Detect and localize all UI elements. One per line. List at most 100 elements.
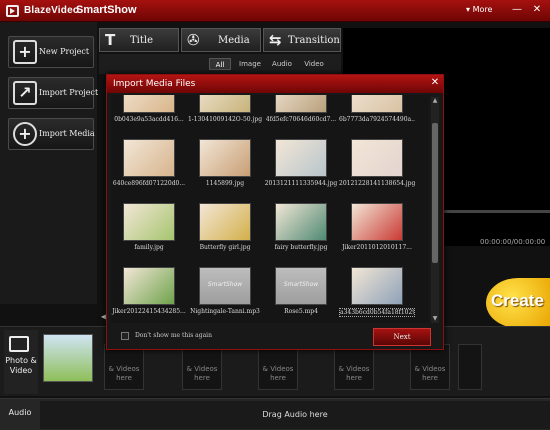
filter-all[interactable]: All [209, 58, 231, 70]
thumbnail-text: SmartShow [207, 281, 243, 288]
media-item[interactable]: a343b6cd0b54fa18f1029... [339, 267, 415, 323]
storyboard-slot[interactable]: & Videos here [182, 344, 222, 390]
filter-video[interactable]: Video [301, 58, 327, 70]
media-item-label: Butterfly girl.jpg [199, 244, 251, 251]
import-project-label: Import Project [39, 88, 99, 97]
title-icon: T [105, 31, 116, 49]
storyboard-slot[interactable]: & Videos here [104, 344, 144, 390]
media-item-label: Rose5.mp4 [284, 308, 318, 315]
storyboard-slot[interactable]: & Videos here [334, 344, 374, 390]
storyboard-slot[interactable]: & Videos here [410, 344, 450, 390]
image-thumbnail [123, 139, 175, 177]
video-thumbnail: SmartShow [275, 267, 327, 305]
filter-audio[interactable]: Audio [269, 58, 295, 70]
transition-icon: ⇆ [269, 31, 282, 49]
media-item-label: 6b7773da7924574490a... [339, 116, 415, 123]
app-name: SmartShow [76, 4, 137, 16]
tab-bar: T Title ✇ Media ⇆ Transition [99, 28, 341, 52]
image-thumbnail [123, 267, 175, 305]
slot-text: & Videos here [186, 365, 218, 382]
media-item[interactable]: 640ce896fd071220d0... [111, 139, 187, 195]
media-item-label: 20121228141138654.jpg [339, 180, 415, 187]
media-item-label: Jiker2011012010117... [342, 244, 412, 251]
new-project-icon: + [13, 40, 37, 64]
dialog-scrollbar[interactable]: ▲ ▼ [431, 97, 439, 323]
new-project-button[interactable]: + New Project [8, 36, 94, 68]
import-project-icon: ↗ [13, 81, 37, 105]
create-button[interactable]: Create [486, 278, 550, 328]
title-bar: BlazeVideo SmartShow ▾ More — ✕ [0, 0, 550, 22]
import-project-button[interactable]: ↗ Import Project [8, 77, 98, 109]
media-item[interactable]: 0b043e9a53acdd416... [111, 95, 187, 131]
media-item-label: Nightingale-Tanni.mp3 [190, 308, 260, 315]
photo-video-icon [9, 336, 29, 352]
create-label: Create [491, 291, 544, 310]
app-logo-icon [6, 5, 19, 17]
tab-title-label: Title [130, 35, 154, 46]
media-item[interactable]: 1145899.jpg [187, 139, 263, 195]
media-item-label: 0b043e9a53acdd416... [114, 116, 184, 123]
image-thumbnail [123, 95, 175, 113]
scroll-thumb[interactable] [432, 123, 438, 263]
media-item[interactable]: Butterfly girl.jpg [187, 203, 263, 259]
more-menu-button[interactable]: ▾ More [466, 5, 492, 14]
tab-media-label: Media [218, 35, 250, 46]
tab-transition-label: Transition [288, 35, 340, 46]
media-item[interactable]: 4fd5efc70646d60cd7... [263, 95, 339, 131]
slot-text: & Videos here [338, 365, 370, 382]
media-item[interactable]: 1-13041009142O-50.jpg [187, 95, 263, 131]
dont-show-checkbox[interactable] [121, 332, 129, 340]
dialog-title: Import Media Files [113, 79, 196, 89]
tab-transition[interactable]: ⇆ Transition [263, 28, 341, 52]
timecode: 00:00:00/00:00:00 [480, 238, 546, 246]
media-item-label: 640ce896fd071220d0... [112, 180, 186, 187]
audio-track: Audio Drag Audio here [0, 398, 550, 430]
dialog-header: Import Media Files ✕ [107, 75, 443, 93]
media-item[interactable]: SmartShow Rose5.mp4 [263, 267, 339, 323]
storyboard-slot[interactable]: & Videos here [258, 344, 298, 390]
image-thumbnail [123, 203, 175, 241]
media-item-label: a343b6cd0b54fa18f1029... [339, 308, 415, 317]
image-thumbnail [351, 139, 403, 177]
media-item[interactable]: family.jpg [111, 203, 187, 259]
scroll-up-icon[interactable]: ▲ [431, 97, 439, 105]
media-item[interactable]: 2013121111335944.jpg [263, 139, 339, 195]
media-item[interactable]: fairy butterfly.jpg [263, 203, 339, 259]
preview-progress-bar[interactable] [440, 210, 550, 213]
import-media-label: Import Media [39, 129, 95, 138]
import-media-dialog: Import Media Files ✕ 0b043e9a53acdd416..… [106, 74, 444, 350]
media-item-label: 4fd5efc70646d60cd7... [265, 116, 337, 123]
media-item[interactable]: 6b7773da7924574490a... [339, 95, 415, 131]
close-app-button[interactable]: ✕ [530, 3, 544, 17]
minimize-button[interactable]: — [510, 3, 524, 17]
scroll-down-icon[interactable]: ▼ [431, 315, 439, 323]
media-item-label: family.jpg [134, 244, 164, 251]
image-thumbnail [275, 95, 327, 113]
media-item[interactable]: Jiker20122415434285... [111, 267, 187, 323]
filter-image[interactable]: Image [237, 58, 263, 70]
media-file-grid: 0b043e9a53acdd416... 1-13041009142O-50.jp… [111, 95, 429, 323]
dialog-footer: Don't show me this again Next [107, 325, 443, 349]
media-item[interactable]: Jiker2011012010117... [339, 203, 415, 259]
film-reel-icon: ✇ [187, 31, 200, 49]
storyboard-slot[interactable] [458, 344, 482, 390]
media-item[interactable]: 20121228141138654.jpg [339, 139, 415, 195]
media-item-label: 2013121111335944.jpg [264, 180, 338, 187]
slot-text: & Videos here [262, 365, 294, 382]
media-item[interactable]: SmartShow Nightingale-Tanni.mp3 [187, 267, 263, 323]
tab-title[interactable]: T Title [99, 28, 179, 52]
image-thumbnail [199, 139, 251, 177]
import-media-button[interactable]: + Import Media [8, 118, 95, 150]
thumbnail-text: SmartShow [283, 281, 319, 288]
next-button[interactable]: Next [373, 328, 431, 346]
audio-label: Audio [8, 408, 32, 417]
tab-media[interactable]: ✇ Media [181, 28, 261, 52]
storyboard-clip[interactable] [43, 334, 93, 382]
dialog-close-icon[interactable]: ✕ [429, 77, 441, 89]
slot-text: & Videos here [108, 365, 140, 382]
audio-drop-zone[interactable]: Drag Audio here [40, 401, 550, 429]
image-thumbnail [351, 95, 403, 113]
media-item-label: fairy butterfly.jpg [274, 244, 328, 251]
image-thumbnail [351, 267, 403, 305]
media-item-label: 1145899.jpg [205, 180, 245, 187]
